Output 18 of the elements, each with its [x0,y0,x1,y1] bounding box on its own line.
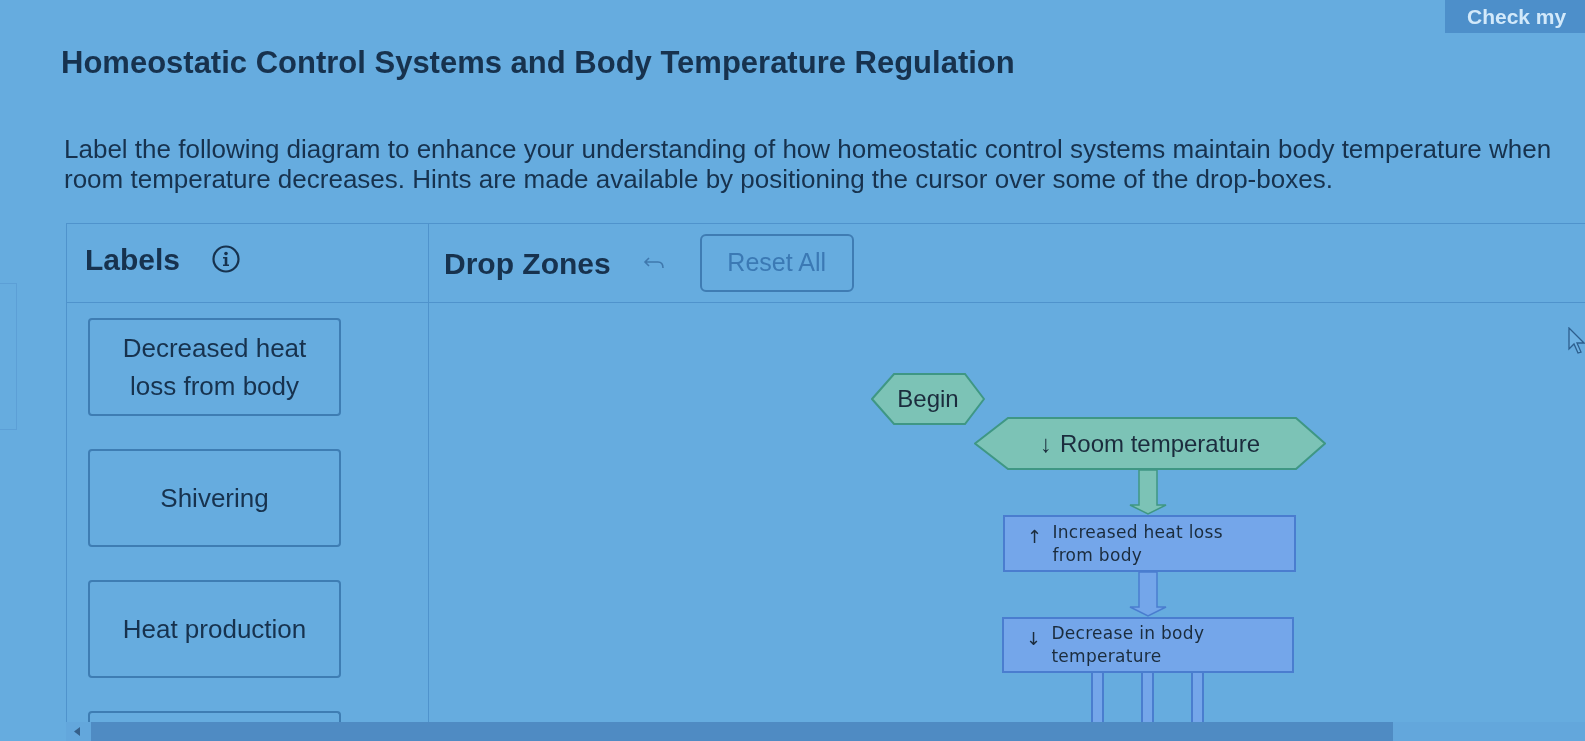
arrow-symbol: ↓ [1026,627,1042,650]
label-card[interactable]: Shivering [88,449,341,547]
undo-icon[interactable] [642,256,664,270]
drop-zones-heading: Drop Zones [444,245,611,282]
labels-heading: Labels [85,241,181,278]
instructions-text: Label the following diagram to enhance your understanding of how homeostatic control systems maintain body temperature when room temperature decreases. Hints are made available by positioning the cursor over some of the drop-boxes. [64,134,1553,194]
page-title: Homeostatic Control Systems and Body Temperature Regulation [61,45,1015,81]
node-label: Room temperature [1059,428,1261,459]
info-icon[interactable] [212,245,241,273]
down-arrow-symbol: ↓ [1039,428,1052,459]
label-card[interactable]: Heat production [88,580,341,678]
arrow-symbol: ↑ [1027,525,1043,548]
scroll-left-icon[interactable] [74,727,80,736]
label-card[interactable]: Decreased heat loss from body [88,318,341,416]
node-label: Increased heat loss from body [1052,520,1224,567]
begin-node: Begin [871,373,985,425]
check-button[interactable]: Check my [1445,0,1585,33]
node-label: Decrease in body temperature [1051,622,1206,668]
